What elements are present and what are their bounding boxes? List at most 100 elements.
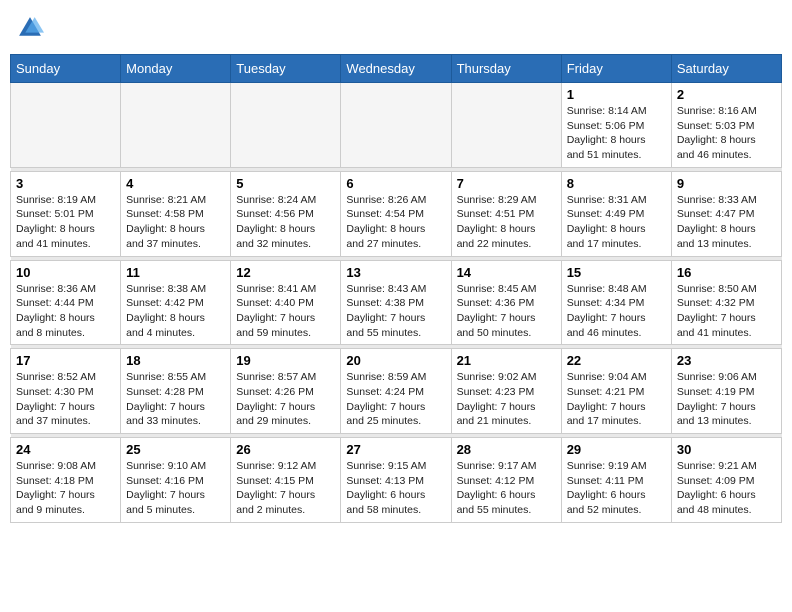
- day-number: 4: [126, 176, 225, 191]
- day-of-week-header: Thursday: [451, 55, 561, 83]
- day-number: 27: [346, 442, 445, 457]
- day-number: 21: [457, 353, 556, 368]
- calendar-cell: 1 Sunrise: 8:14 AMSunset: 5:06 PMDaylight…: [561, 83, 671, 168]
- day-number: 24: [16, 442, 115, 457]
- day-of-week-header: Wednesday: [341, 55, 451, 83]
- day-number: 20: [346, 353, 445, 368]
- calendar-week-row: 1 Sunrise: 8:14 AMSunset: 5:06 PMDaylight…: [11, 83, 782, 168]
- day-number: 8: [567, 176, 666, 191]
- calendar-cell: 3 Sunrise: 8:19 AMSunset: 5:01 PMDaylight…: [11, 171, 121, 256]
- day-detail: Sunrise: 8:38 AMSunset: 4:42 PMDaylight:…: [126, 282, 225, 341]
- day-number: 16: [677, 265, 776, 280]
- calendar-cell: 22 Sunrise: 9:04 AMSunset: 4:21 PMDayligh…: [561, 349, 671, 434]
- day-of-week-header: Saturday: [671, 55, 781, 83]
- calendar-cell: 12 Sunrise: 8:41 AMSunset: 4:40 PMDayligh…: [231, 260, 341, 345]
- page-header: [10, 10, 782, 46]
- calendar-cell: 21 Sunrise: 9:02 AMSunset: 4:23 PMDayligh…: [451, 349, 561, 434]
- day-of-week-header: Monday: [121, 55, 231, 83]
- day-of-week-header: Tuesday: [231, 55, 341, 83]
- day-detail: Sunrise: 8:24 AMSunset: 4:56 PMDaylight:…: [236, 193, 335, 252]
- day-number: 18: [126, 353, 225, 368]
- day-detail: Sunrise: 9:08 AMSunset: 4:18 PMDaylight:…: [16, 459, 115, 518]
- day-number: 11: [126, 265, 225, 280]
- calendar-cell: 29Sunrise: 9:19 AMSunset: 4:11 PMDayligh…: [561, 438, 671, 523]
- day-number: 23: [677, 353, 776, 368]
- day-number: 10: [16, 265, 115, 280]
- day-number: 26: [236, 442, 335, 457]
- calendar-cell: 14Sunrise: 8:45 AMSunset: 4:36 PMDayligh…: [451, 260, 561, 345]
- day-number: 9: [677, 176, 776, 191]
- calendar-cell: 23 Sunrise: 9:06 AMSunset: 4:19 PMDayligh…: [671, 349, 781, 434]
- calendar-cell: 17Sunrise: 8:52 AMSunset: 4:30 PMDayligh…: [11, 349, 121, 434]
- day-detail: Sunrise: 9:21 AMSunset: 4:09 PMDaylight:…: [677, 459, 776, 518]
- calendar-cell: 26 Sunrise: 9:12 AMSunset: 4:15 PMDayligh…: [231, 438, 341, 523]
- day-detail: Sunrise: 8:52 AMSunset: 4:30 PMDaylight:…: [16, 370, 115, 429]
- calendar-cell: 15 Sunrise: 8:48 AMSunset: 4:34 PMDayligh…: [561, 260, 671, 345]
- calendar-cell: 2 Sunrise: 8:16 AMSunset: 5:03 PMDaylight…: [671, 83, 781, 168]
- day-detail: Sunrise: 9:12 AMSunset: 4:15 PMDaylight:…: [236, 459, 335, 518]
- calendar-cell: 7 Sunrise: 8:29 AMSunset: 4:51 PMDaylight…: [451, 171, 561, 256]
- day-number: 19: [236, 353, 335, 368]
- day-detail: Sunrise: 9:10 AMSunset: 4:16 PMDaylight:…: [126, 459, 225, 518]
- logo-icon: [16, 14, 44, 42]
- day-detail: Sunrise: 8:57 AMSunset: 4:26 PMDaylight:…: [236, 370, 335, 429]
- calendar-cell: [451, 83, 561, 168]
- day-number: 22: [567, 353, 666, 368]
- calendar-cell: 27Sunrise: 9:15 AMSunset: 4:13 PMDayligh…: [341, 438, 451, 523]
- day-number: 29: [567, 442, 666, 457]
- day-detail: Sunrise: 8:14 AMSunset: 5:06 PMDaylight:…: [567, 104, 666, 163]
- day-number: 15: [567, 265, 666, 280]
- day-of-week-header: Sunday: [11, 55, 121, 83]
- day-detail: Sunrise: 8:55 AMSunset: 4:28 PMDaylight:…: [126, 370, 225, 429]
- day-number: 28: [457, 442, 556, 457]
- day-detail: Sunrise: 8:59 AMSunset: 4:24 PMDaylight:…: [346, 370, 445, 429]
- calendar-cell: 10 Sunrise: 8:36 AMSunset: 4:44 PMDayligh…: [11, 260, 121, 345]
- calendar-cell: 8 Sunrise: 8:31 AMSunset: 4:49 PMDaylight…: [561, 171, 671, 256]
- day-detail: Sunrise: 9:06 AMSunset: 4:19 PMDaylight:…: [677, 370, 776, 429]
- calendar-cell: 9 Sunrise: 8:33 AMSunset: 4:47 PMDaylight…: [671, 171, 781, 256]
- day-detail: Sunrise: 9:04 AMSunset: 4:21 PMDaylight:…: [567, 370, 666, 429]
- day-number: 30: [677, 442, 776, 457]
- day-detail: Sunrise: 8:41 AMSunset: 4:40 PMDaylight:…: [236, 282, 335, 341]
- calendar-cell: 18 Sunrise: 8:55 AMSunset: 4:28 PMDayligh…: [121, 349, 231, 434]
- calendar-cell: 20 Sunrise: 8:59 AMSunset: 4:24 PMDayligh…: [341, 349, 451, 434]
- calendar-week-row: 3 Sunrise: 8:19 AMSunset: 5:01 PMDaylight…: [11, 171, 782, 256]
- calendar-cell: 4 Sunrise: 8:21 AMSunset: 4:58 PMDaylight…: [121, 171, 231, 256]
- day-number: 2: [677, 87, 776, 102]
- day-detail: Sunrise: 8:36 AMSunset: 4:44 PMDaylight:…: [16, 282, 115, 341]
- logo: [16, 14, 48, 42]
- day-number: 6: [346, 176, 445, 191]
- day-number: 12: [236, 265, 335, 280]
- calendar-cell: 24 Sunrise: 9:08 AMSunset: 4:18 PMDayligh…: [11, 438, 121, 523]
- calendar-week-row: 24 Sunrise: 9:08 AMSunset: 4:18 PMDayligh…: [11, 438, 782, 523]
- calendar-cell: 16 Sunrise: 8:50 AMSunset: 4:32 PMDayligh…: [671, 260, 781, 345]
- day-detail: Sunrise: 8:26 AMSunset: 4:54 PMDaylight:…: [346, 193, 445, 252]
- day-number: 7: [457, 176, 556, 191]
- calendar-cell: [231, 83, 341, 168]
- day-detail: Sunrise: 8:31 AMSunset: 4:49 PMDaylight:…: [567, 193, 666, 252]
- calendar-header-row: SundayMondayTuesdayWednesdayThursdayFrid…: [11, 55, 782, 83]
- day-detail: Sunrise: 8:29 AMSunset: 4:51 PMDaylight:…: [457, 193, 556, 252]
- day-number: 3: [16, 176, 115, 191]
- day-detail: Sunrise: 8:19 AMSunset: 5:01 PMDaylight:…: [16, 193, 115, 252]
- calendar-cell: [121, 83, 231, 168]
- day-detail: Sunrise: 8:48 AMSunset: 4:34 PMDaylight:…: [567, 282, 666, 341]
- calendar-cell: [341, 83, 451, 168]
- calendar-cell: 30 Sunrise: 9:21 AMSunset: 4:09 PMDayligh…: [671, 438, 781, 523]
- day-detail: Sunrise: 8:50 AMSunset: 4:32 PMDaylight:…: [677, 282, 776, 341]
- day-number: 14: [457, 265, 556, 280]
- calendar-week-row: 17Sunrise: 8:52 AMSunset: 4:30 PMDayligh…: [11, 349, 782, 434]
- day-detail: Sunrise: 9:02 AMSunset: 4:23 PMDaylight:…: [457, 370, 556, 429]
- calendar-cell: 25Sunrise: 9:10 AMSunset: 4:16 PMDayligh…: [121, 438, 231, 523]
- day-detail: Sunrise: 9:17 AMSunset: 4:12 PMDaylight:…: [457, 459, 556, 518]
- calendar-cell: 5Sunrise: 8:24 AMSunset: 4:56 PMDaylight…: [231, 171, 341, 256]
- day-detail: Sunrise: 8:21 AMSunset: 4:58 PMDaylight:…: [126, 193, 225, 252]
- day-detail: Sunrise: 8:16 AMSunset: 5:03 PMDaylight:…: [677, 104, 776, 163]
- day-detail: Sunrise: 8:33 AMSunset: 4:47 PMDaylight:…: [677, 193, 776, 252]
- calendar-cell: 28 Sunrise: 9:17 AMSunset: 4:12 PMDayligh…: [451, 438, 561, 523]
- calendar-week-row: 10 Sunrise: 8:36 AMSunset: 4:44 PMDayligh…: [11, 260, 782, 345]
- calendar-cell: 19 Sunrise: 8:57 AMSunset: 4:26 PMDayligh…: [231, 349, 341, 434]
- day-number: 1: [567, 87, 666, 102]
- day-detail: Sunrise: 8:43 AMSunset: 4:38 PMDaylight:…: [346, 282, 445, 341]
- calendar-table: SundayMondayTuesdayWednesdayThursdayFrid…: [10, 54, 782, 523]
